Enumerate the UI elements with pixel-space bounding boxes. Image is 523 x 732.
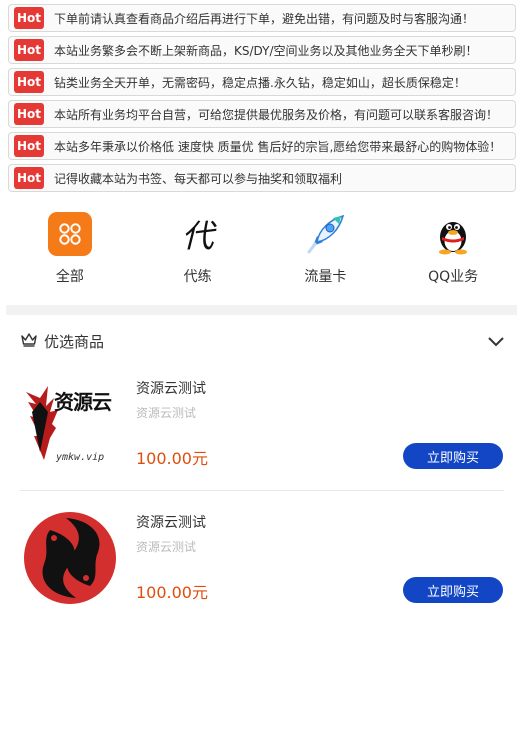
notice-text: 本站多年秉承以价格低 速度快 质量优 售后好的宗旨,愿给您带来最舒心的购物体验！	[54, 139, 502, 154]
hot-badge: Hot	[14, 135, 44, 157]
section-divider	[6, 305, 517, 315]
qq-penguin-icon	[431, 212, 475, 256]
notice-item: Hot 下单前请认真查看商品介绍后再进行下单，避免出错，有问题及时与客服沟通！	[8, 4, 516, 32]
notice-item: Hot 本站多年秉承以价格低 速度快 质量优 售后好的宗旨,愿给您带来最舒心的购…	[8, 132, 516, 160]
notice-item: Hot 钻类业务全天开单，无需密码，稳定点播.永久钻，稳定如山，超长质保稳定！	[8, 68, 516, 96]
product-card[interactable]: 资源云测试 资源云测试 100.00元 立即购买	[20, 506, 504, 610]
buy-button[interactable]: 立即购买	[403, 577, 503, 603]
product-name: 资源云测试	[136, 381, 206, 397]
product-card[interactable]: 资源云 ymkw.vip 资源云测试 资源云测试 100.00元 立即购买	[20, 372, 504, 476]
product-image: 资源云 ymkw.vip	[20, 372, 120, 472]
hot-badge: Hot	[14, 39, 44, 61]
product-name: 资源云测试	[136, 515, 206, 531]
category-label: QQ业务	[428, 269, 479, 285]
notice-text: 下单前请认真查看商品介绍后再进行下单，避免出错，有问题及时与客服沟通！	[54, 11, 475, 26]
product-price: 100.00元	[136, 583, 208, 602]
category-label: 流量卡	[304, 269, 347, 285]
dai-glyph: 代	[181, 217, 214, 255]
category-nav: 全部 代 代练 流量卡 QQ业务	[6, 212, 517, 286]
notice-text: 钻类业务全天开单，无需密码，稳定点播.永久钻，稳定如山，超长质保稳定！	[54, 75, 466, 90]
rocket-icon	[303, 212, 347, 256]
notice-item: Hot 记得收藏本站为书签、每天都可以参与抽奖和领取福利	[8, 164, 516, 192]
notice-item: Hot 本站所有业务均平台自营，可给您提供最优服务及价格，有问题可以联系客服咨询…	[8, 100, 516, 128]
hot-badge: Hot	[14, 71, 44, 93]
hot-badge: Hot	[14, 103, 44, 125]
hot-badge: Hot	[14, 7, 44, 29]
product-image	[20, 506, 120, 606]
product-desc: 资源云测试	[136, 406, 197, 420]
section-header: 优选商品	[20, 326, 504, 356]
notice-text: 记得收藏本站为书签、每天都可以参与抽奖和领取福利	[54, 171, 343, 186]
logo-subtext: ymkw.vip	[56, 452, 105, 463]
divider	[20, 490, 504, 491]
notice-item: Hot 本站业务繁多会不断上架新商品，KS/DY/空间业务以及其他业务全天下单秒…	[8, 36, 516, 64]
section-title: 优选商品	[44, 332, 105, 351]
category-dailian[interactable]: 代 代练	[134, 212, 262, 286]
category-data-card[interactable]: 流量卡	[262, 212, 390, 286]
category-label: 代练	[183, 269, 212, 285]
chevron-down-icon[interactable]	[488, 332, 504, 351]
buy-button[interactable]: 立即购买	[403, 443, 503, 469]
category-label: 全部	[55, 269, 84, 285]
notice-text: 本站业务繁多会不断上架新商品，KS/DY/空间业务以及其他业务全天下单秒刷！	[54, 43, 478, 58]
grid-icon	[47, 212, 92, 256]
product-price: 100.00元	[136, 449, 208, 468]
dai-character-icon: 代	[176, 212, 220, 256]
product-desc: 资源云测试	[136, 540, 197, 554]
hot-badge: Hot	[14, 167, 44, 189]
logo-text: 资源云	[54, 390, 112, 414]
category-all[interactable]: 全部	[6, 212, 134, 286]
category-qq[interactable]: QQ业务	[389, 212, 517, 286]
notice-text: 本站所有业务均平台自营，可给您提供最优服务及价格，有问题可以联系客服咨询！	[54, 107, 499, 122]
crown-icon	[20, 331, 38, 351]
notice-list: Hot 下单前请认真查看商品介绍后再进行下单，避免出错，有问题及时与客服沟通！ …	[8, 4, 516, 196]
